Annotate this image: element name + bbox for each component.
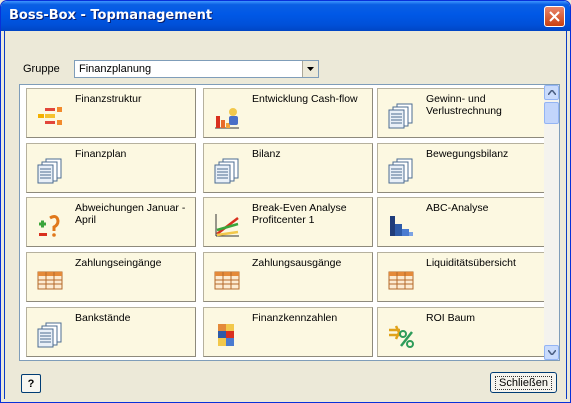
scroll-up-button[interactable] — [544, 85, 559, 100]
tile-finanzstruktur[interactable]: Finanzstruktur — [26, 88, 196, 138]
tile-gewinn-verlust[interactable]: Gewinn- und Verlustrechnung — [377, 88, 547, 138]
tile-abweichungen[interactable]: Abweichungen Januar - April — [26, 197, 196, 247]
table-icon — [388, 271, 414, 290]
tile-label: Bankstände — [75, 312, 131, 324]
tile-label: Finanzplan — [75, 148, 127, 160]
group-selected-value: Finanzplanung — [79, 63, 152, 75]
title-bar[interactable]: Boss-Box - Topmanagement — [1, 1, 570, 31]
tile-break-even[interactable]: Break-Even Analyse Profitcenter 1 — [203, 197, 373, 247]
tile-bilanz[interactable]: Bilanz — [203, 143, 373, 193]
tile-grid: Finanzstruktur Entwicklung Cash-flow Gew… — [19, 84, 560, 361]
document-stack-icon — [388, 158, 413, 184]
scroll-down-button[interactable] — [544, 345, 559, 360]
tile-label: Zahlungsausgänge — [252, 257, 342, 269]
document-stack-icon — [214, 158, 239, 184]
dropdown-arrow[interactable] — [302, 61, 318, 77]
chevron-down-icon — [307, 67, 314, 71]
break-even-icon — [215, 214, 239, 237]
close-button-label: Schließen — [495, 375, 552, 390]
tile-label: Finanzkennzahlen — [252, 312, 338, 324]
table-icon — [37, 271, 63, 290]
group-label: Gruppe — [23, 63, 60, 75]
scroll-thumb[interactable] — [544, 102, 559, 124]
document-stack-icon — [37, 158, 62, 184]
close-button[interactable]: Schließen — [490, 372, 557, 393]
structure-icon — [38, 107, 62, 125]
tile-zahlungsausgaenge[interactable]: Zahlungsausgänge — [203, 252, 373, 302]
tile-label: Liquiditätsübersicht — [426, 257, 516, 269]
tile-abc-analyse[interactable]: ABC-Analyse — [377, 197, 547, 247]
tile-bankstaende[interactable]: Bankstände — [26, 307, 196, 357]
dialog-window: Boss-Box - Topmanagement Gruppe Finanzpl… — [0, 0, 571, 403]
tile-bewegungsbilanz[interactable]: Bewegungsbilanz — [377, 143, 547, 193]
document-stack-icon — [37, 322, 62, 348]
tile-zahlungseingaenge[interactable]: Zahlungseingänge — [26, 252, 196, 302]
tile-label: Entwicklung Cash-flow — [252, 93, 358, 105]
kpi-icon — [218, 324, 234, 346]
window-close-button[interactable] — [544, 6, 565, 27]
tile-label: Bilanz — [252, 148, 281, 160]
document-stack-icon — [388, 103, 413, 129]
chevron-up-icon — [547, 90, 556, 95]
tile-finanzkennzahlen[interactable]: Finanzkennzahlen — [203, 307, 373, 357]
chevron-down-icon — [547, 350, 556, 355]
tile-roi-baum[interactable]: ROI Baum — [377, 307, 547, 357]
tile-label: Gewinn- und Verlustrechnung — [426, 93, 502, 117]
group-dropdown[interactable]: Finanzplanung — [74, 60, 319, 78]
tile-label: Bewegungsbilanz — [426, 148, 509, 160]
tile-label: ROI Baum — [426, 312, 476, 324]
close-icon — [549, 11, 560, 22]
window-title: Boss-Box - Topmanagement — [9, 8, 213, 23]
vertical-scrollbar[interactable] — [544, 85, 559, 360]
abc-bars-icon — [390, 216, 413, 236]
tile-label: Break-Even Analyse Profitcenter 1 — [252, 202, 347, 226]
tile-finanzplan[interactable]: Finanzplan — [26, 143, 196, 193]
tile-label: Zahlungseingänge — [75, 257, 162, 269]
tile-label: ABC-Analyse — [426, 202, 489, 214]
percent-icon — [389, 325, 414, 348]
tile-entwicklung-cash-flow[interactable]: Entwicklung Cash-flow — [203, 88, 373, 138]
chart-person-icon — [215, 108, 239, 129]
tile-liquiditaetsuebersicht[interactable]: Liquiditätsübersicht — [377, 252, 547, 302]
table-icon — [214, 271, 240, 290]
deviation-icon — [39, 215, 60, 237]
help-button[interactable]: ? — [21, 374, 41, 393]
tile-label: Finanzstruktur — [75, 93, 142, 105]
help-icon: ? — [27, 377, 35, 390]
tile-label: Abweichungen Januar - April — [75, 202, 186, 226]
